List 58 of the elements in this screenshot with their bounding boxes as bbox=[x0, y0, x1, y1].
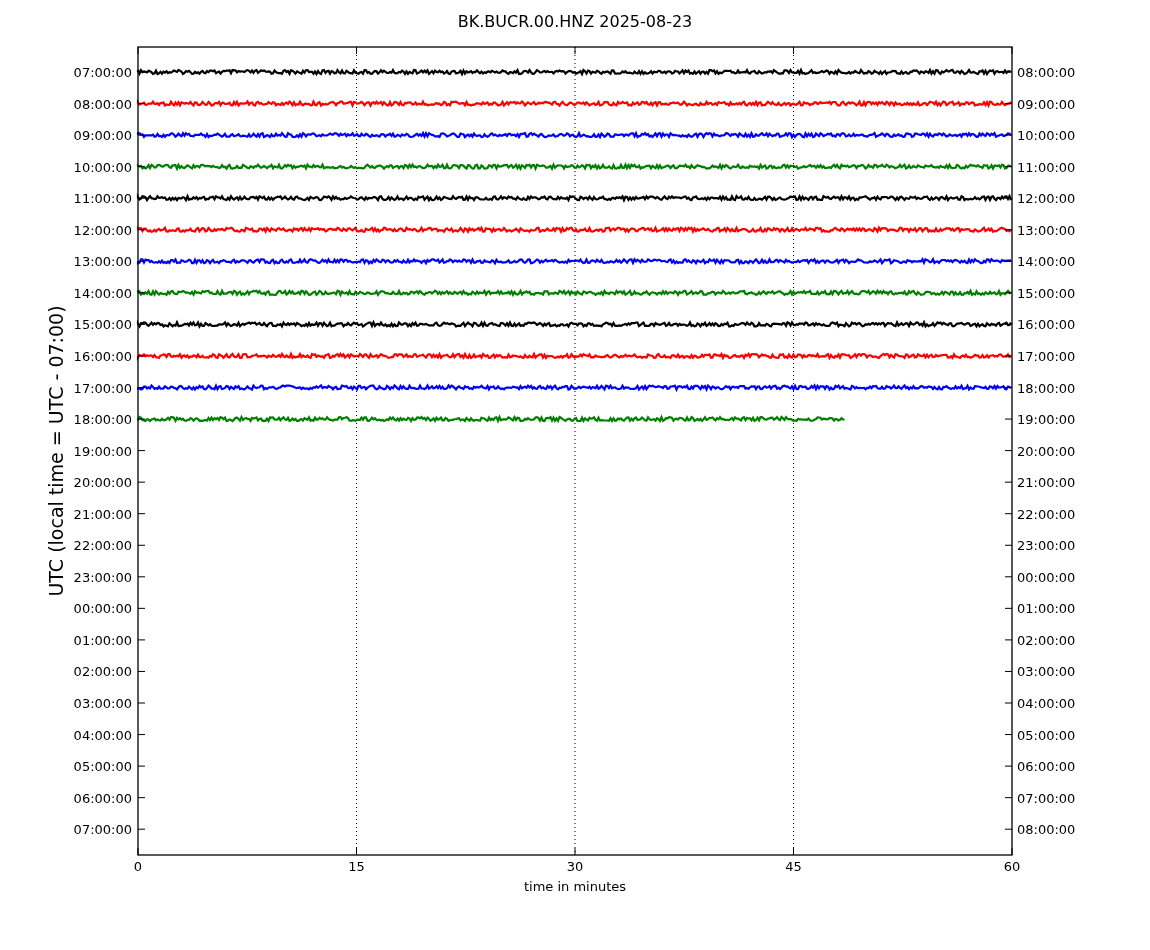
time-label: 07:00:00 bbox=[73, 822, 132, 838]
time-label: 02:00:00 bbox=[73, 664, 132, 680]
time-label: 03:00:00 bbox=[73, 696, 132, 711]
time-label: 21:00:00 bbox=[1017, 475, 1076, 491]
time-label: 22:00:00 bbox=[73, 538, 132, 554]
tick-label: 15 bbox=[348, 859, 365, 874]
time-label: 09:00:00 bbox=[73, 128, 132, 144]
time-label: 14:00:00 bbox=[1017, 254, 1076, 270]
time-label: 08:00:00 bbox=[1017, 822, 1076, 838]
time-label: 07:00:00 bbox=[73, 65, 132, 80]
time-label: 04:00:00 bbox=[1017, 696, 1076, 711]
time-label: 05:00:00 bbox=[1017, 727, 1076, 743]
time-label: 05:00:00 bbox=[73, 759, 132, 775]
tick-label: 0 bbox=[133, 859, 143, 874]
time-label: 00:00:00 bbox=[1017, 569, 1076, 585]
time-label: 10:00:00 bbox=[73, 159, 132, 175]
time-label: 19:00:00 bbox=[73, 443, 132, 459]
time-label: 00:00:00 bbox=[73, 601, 132, 617]
time-label: 13:00:00 bbox=[73, 254, 132, 270]
time-label: 11:00:00 bbox=[73, 191, 132, 207]
time-label: 23:00:00 bbox=[1017, 538, 1076, 554]
time-label: 18:00:00 bbox=[73, 412, 132, 428]
time-label: 11:00:00 bbox=[1017, 159, 1076, 175]
time-label: 16:00:00 bbox=[1017, 317, 1076, 333]
time-label: 09:00:00 bbox=[1017, 96, 1076, 112]
time-label: 10:00:00 bbox=[1017, 128, 1076, 144]
time-label: 03:00:00 bbox=[1017, 664, 1076, 680]
y-axis-label: UTC (local time = UTC - 07:00) bbox=[45, 305, 67, 597]
time-label: 18:00:00 bbox=[1017, 380, 1076, 396]
time-label: 04:00:00 bbox=[73, 727, 132, 743]
time-label: 21:00:00 bbox=[73, 506, 132, 522]
time-label: 13:00:00 bbox=[1017, 222, 1076, 238]
time-label: 08:00:00 bbox=[1017, 65, 1076, 80]
tick-label: 30 bbox=[566, 859, 584, 874]
time-label: 07:00:00 bbox=[1017, 790, 1076, 806]
chart-title: BK.BUCR.00.HNZ 2025-08-23 bbox=[457, 12, 693, 31]
time-label: 06:00:00 bbox=[1017, 759, 1076, 775]
time-label: 01:00:00 bbox=[1017, 601, 1076, 617]
time-label: 15:00:00 bbox=[1017, 285, 1076, 301]
time-label: 17:00:00 bbox=[73, 380, 132, 396]
time-label: 16:00:00 bbox=[73, 348, 132, 364]
time-label: 02:00:00 bbox=[1017, 632, 1076, 648]
time-label: 12:00:00 bbox=[73, 222, 132, 238]
x-axis-label: time in minutes bbox=[523, 879, 627, 894]
time-label: 12:00:00 bbox=[1017, 191, 1076, 207]
time-label: 01:00:00 bbox=[73, 632, 132, 648]
time-label: 22:00:00 bbox=[1017, 506, 1076, 522]
time-label: 08:00:00 bbox=[73, 96, 132, 112]
time-label: 17:00:00 bbox=[1017, 348, 1076, 364]
time-label: 23:00:00 bbox=[73, 569, 132, 585]
time-label: 06:00:00 bbox=[73, 790, 132, 806]
time-label: 20:00:00 bbox=[1017, 443, 1076, 459]
time-label: 15:00:00 bbox=[73, 317, 132, 333]
time-label: 14:00:00 bbox=[73, 285, 132, 301]
tick-label: 45 bbox=[785, 859, 802, 874]
tick-label: 60 bbox=[1003, 859, 1021, 874]
time-label: 19:00:00 bbox=[1017, 412, 1076, 428]
time-label: 20:00:00 bbox=[73, 475, 132, 491]
